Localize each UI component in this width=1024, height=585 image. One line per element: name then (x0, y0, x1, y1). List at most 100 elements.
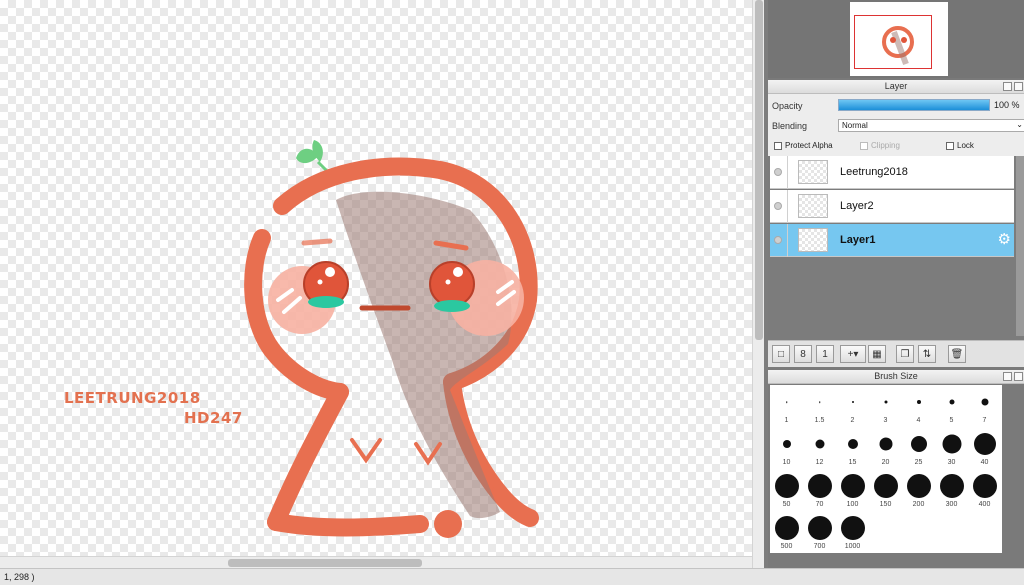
brush-size-option[interactable]: 300 (935, 469, 968, 511)
brush-size-option[interactable]: 25 (902, 427, 935, 469)
brush-size-option[interactable]: 200 (902, 469, 935, 511)
checkbox-box (860, 141, 868, 150)
brush-size-option[interactable]: 400 (968, 469, 1001, 511)
new-8bit-layer-icon[interactable]: 8 (794, 345, 812, 363)
visibility-toggle-icon[interactable] (774, 168, 782, 176)
brush-size-option[interactable]: 2 (836, 385, 869, 427)
layer-properties: Opacity 100 % Blending Normal ⌄ Protect … (768, 94, 1024, 156)
brush-size-option[interactable]: 700 (803, 511, 836, 553)
brush-panel-title: Brush Size (874, 371, 918, 381)
panel-float-icon[interactable] (1003, 82, 1012, 91)
brush-size-label: 700 (813, 543, 826, 550)
brush-size-panel: Brush Size 1 1.5 2 3 4 5 7 10 12 15 20 25 30 40 50 70 10… (768, 370, 1024, 568)
navigator-thumbnail[interactable] (850, 2, 948, 76)
brush-dot-icon (774, 474, 799, 498)
add-layer-menu-icon[interactable]: +▾ (840, 345, 866, 363)
brush-size-option[interactable]: 1 (770, 385, 803, 427)
divider (787, 224, 788, 257)
visibility-toggle-icon[interactable] (774, 236, 782, 244)
blending-label: Blending (772, 121, 808, 131)
drawing-canvas[interactable]: Leetrung2018 HD247 (0, 0, 752, 568)
chevron-down-icon: ⌄ (1016, 120, 1023, 129)
opacity-label: Opacity (772, 101, 803, 111)
brush-size-option[interactable]: 5 (935, 385, 968, 427)
gear-icon[interactable]: ⚙ (998, 232, 1011, 247)
brush-size-label: 4 (916, 417, 921, 424)
brush-size-label: 20 (881, 459, 890, 466)
brush-size-option[interactable]: 1000 (836, 511, 869, 553)
new-layer-icon[interactable]: □ (772, 345, 790, 363)
brush-dot-icon (840, 516, 865, 540)
brush-size-option[interactable]: 1.5 (803, 385, 836, 427)
duplicate-layer-icon[interactable]: ❐ (896, 345, 914, 363)
brush-dot-icon (847, 439, 858, 449)
panel-close-icon[interactable] (1014, 82, 1023, 91)
brush-dot-icon (851, 401, 854, 403)
brush-size-option[interactable]: 4 (902, 385, 935, 427)
status-bar: 1, 298 ) (0, 568, 1024, 585)
brush-size-option[interactable]: 40 (968, 427, 1001, 469)
brush-dot-icon (981, 398, 988, 406)
vertical-scroll-thumb[interactable] (755, 0, 763, 340)
layer-thumbnail (798, 160, 828, 184)
brush-size-option[interactable]: 12 (803, 427, 836, 469)
checkbox-box (946, 141, 954, 150)
lock-checkbox[interactable]: Lock (946, 141, 974, 150)
brush-size-option[interactable]: 30 (935, 427, 968, 469)
brush-size-label: 30 (947, 459, 956, 466)
brush-size-label: 15 (848, 459, 857, 466)
signature-line-1: Leetrung2018 (64, 389, 201, 407)
layer-toolbar: □ 8 1 +▾ ▦ ❐ ⇅ 🗑 (768, 340, 1024, 367)
clipping-checkbox[interactable]: Clipping (860, 141, 900, 150)
brush-size-option[interactable]: 100 (836, 469, 869, 511)
right-panel: Layer Opacity 100 % Blending Normal ⌄ Pr… (768, 0, 1024, 568)
brush-dot-icon (942, 434, 961, 454)
delete-layer-icon[interactable]: 🗑 (948, 345, 966, 363)
brush-size-label: 25 (914, 459, 923, 466)
eye-left (303, 261, 349, 308)
layer-thumbnail (798, 194, 828, 218)
brush-size-option[interactable]: 7 (968, 385, 1001, 427)
brush-size-label: 100 (846, 501, 859, 508)
horizontal-scroll-thumb[interactable] (228, 559, 422, 567)
layer-list-scrollbar[interactable] (1016, 156, 1024, 336)
protect-alpha-checkbox[interactable]: Protect Alpha (774, 141, 833, 150)
brush-size-option[interactable]: 150 (869, 469, 902, 511)
layer-row-layer2[interactable]: Layer2 (770, 190, 1014, 223)
brush-dot-icon (782, 440, 791, 448)
blending-select[interactable]: Normal ⌄ (838, 119, 1024, 132)
brush-size-label: 500 (780, 543, 793, 550)
brush-size-label: 1.5 (814, 417, 825, 424)
merge-layer-icon[interactable]: ⇅ (918, 345, 936, 363)
new-1bit-layer-icon[interactable]: 1 (816, 345, 834, 363)
brush-size-label: 7 (982, 417, 987, 424)
visibility-toggle-icon[interactable] (774, 202, 782, 210)
brush-dot-icon (774, 516, 799, 540)
canvas-vertical-scrollbar[interactable] (752, 0, 764, 568)
brush-dot-icon (972, 474, 997, 498)
brush-size-label: 2 (850, 417, 855, 424)
brush-dot-icon (840, 474, 865, 498)
brush-size-option[interactable]: 50 (770, 469, 803, 511)
brush-size-option[interactable]: 20 (869, 427, 902, 469)
brush-size-option[interactable]: 15 (836, 427, 869, 469)
eye-right (429, 261, 475, 312)
brush-dot-icon (973, 433, 996, 455)
canvas-horizontal-scrollbar[interactable] (0, 556, 752, 568)
opacity-slider-fill (839, 100, 989, 110)
opacity-slider[interactable] (838, 99, 990, 111)
divider (787, 156, 788, 189)
blending-value: Normal (842, 121, 868, 130)
navigator-preview-icon (882, 26, 914, 66)
brush-size-label: 40 (980, 459, 989, 466)
brush-size-option[interactable]: 70 (803, 469, 836, 511)
folder-icon[interactable]: ▦ (868, 345, 886, 363)
layer-row-layer1[interactable]: Layer1 ⚙ (770, 224, 1014, 257)
panel-float-icon[interactable] (1003, 372, 1012, 381)
brush-size-option[interactable]: 10 (770, 427, 803, 469)
layer-row-leetrung2018[interactable]: Leetrung2018 (770, 156, 1014, 189)
panel-close-icon[interactable] (1014, 372, 1023, 381)
brush-size-option[interactable]: 500 (770, 511, 803, 553)
brush-dot-icon (807, 474, 832, 498)
brush-size-option[interactable]: 3 (869, 385, 902, 427)
